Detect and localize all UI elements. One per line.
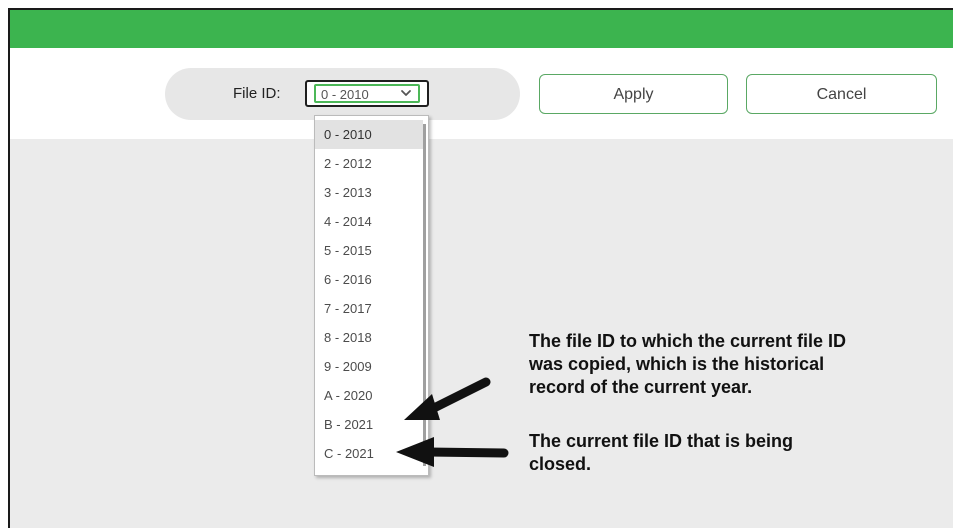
dropdown-option-6-2016[interactable]: 6 - 2016 xyxy=(315,265,423,294)
file-id-selected-value: 0 - 2010 xyxy=(321,87,369,102)
current-annotation-line-2: closed. xyxy=(529,454,592,474)
arrow-left-icon xyxy=(404,377,491,420)
dropdown-option-2-2012[interactable]: 2 - 2012 xyxy=(315,149,423,178)
dropdown-option-8-2018[interactable]: 8 - 2018 xyxy=(315,323,423,352)
historical-annotation-line-2: was copied, which is the historical xyxy=(529,354,825,374)
historical-annotation-line-1: The file ID to which the current file ID xyxy=(529,331,847,351)
file-id-group: File ID: 0 - 2010 xyxy=(165,68,520,120)
dropdown-option-7-2017[interactable]: 7 - 2017 xyxy=(315,294,423,323)
file-id-toolbar: File ID: 0 - 2010 Apply Cancel xyxy=(10,48,953,139)
app-window: File ID: 0 - 2010 Apply Cancel 0 - 2010 … xyxy=(8,8,953,528)
dropdown-option-5-2015[interactable]: 5 - 2015 xyxy=(315,236,423,265)
dropdown-option-0-2010[interactable]: 0 - 2010 xyxy=(315,120,423,149)
historical-annotation-line-3: record of the current year. xyxy=(529,377,753,397)
historical-file-id-annotation: The file ID to which the current file ID… xyxy=(529,330,846,399)
file-id-select-focus: 0 - 2010 xyxy=(314,84,420,103)
cancel-button[interactable]: Cancel xyxy=(746,74,937,114)
header-bar xyxy=(10,10,953,48)
apply-button[interactable]: Apply xyxy=(539,74,728,114)
chevron-down-icon xyxy=(401,90,411,96)
arrow-left-icon xyxy=(396,437,509,467)
dropdown-option-3-2013[interactable]: 3 - 2013 xyxy=(315,178,423,207)
current-file-id-annotation: The current file ID that is being closed… xyxy=(529,430,793,476)
current-annotation-line-1: The current file ID that is being xyxy=(529,431,794,451)
file-id-label: File ID: xyxy=(233,85,281,102)
dropdown-option-4-2014[interactable]: 4 - 2014 xyxy=(315,207,423,236)
file-id-select[interactable]: 0 - 2010 xyxy=(305,80,429,107)
